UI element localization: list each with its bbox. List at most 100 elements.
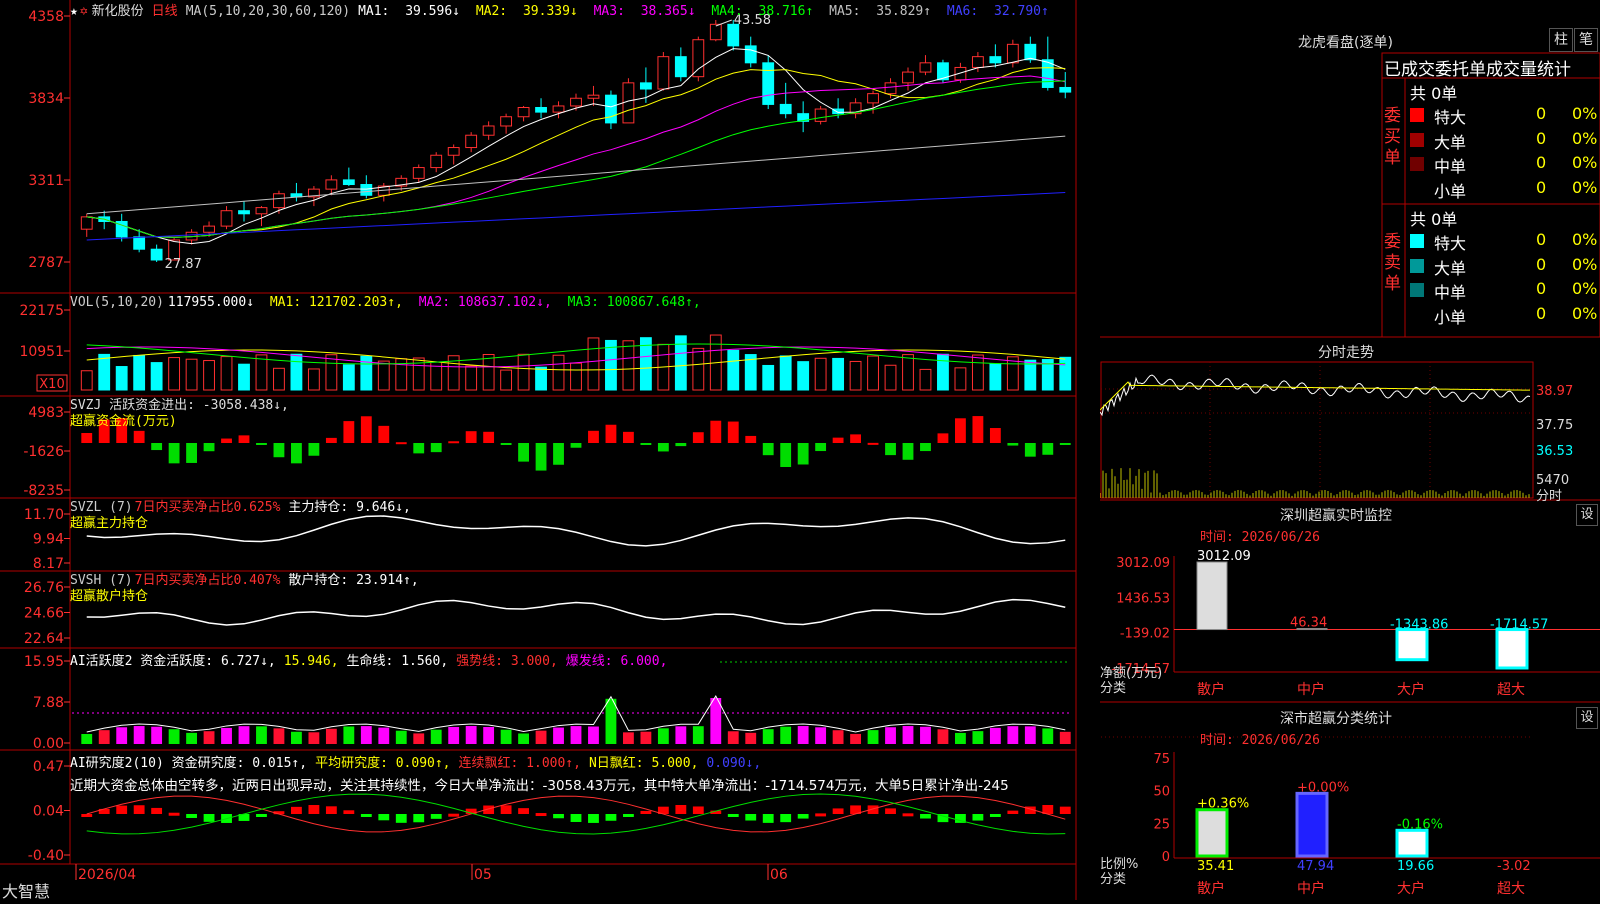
gear-icon[interactable]: ✡ xyxy=(80,4,88,19)
kline-area[interactable]: 4358 3834 3311 2787 43.58 27.87 22175 10951 X10 4… xyxy=(0,0,1100,901)
ai-active-bar xyxy=(291,731,302,744)
classify-settings-button[interactable]: 设 xyxy=(1576,707,1598,729)
ai-active-bar xyxy=(465,726,477,744)
ma-value-2: 39.339↓ xyxy=(515,4,586,19)
monitor-settings-button[interactable]: 设 xyxy=(1576,504,1598,526)
period-label[interactable]: 日线 xyxy=(152,4,178,19)
candle-body xyxy=(220,210,233,227)
ai-research-bar xyxy=(640,810,652,814)
vol-bar xyxy=(622,340,635,391)
ai-active-bar xyxy=(343,726,355,744)
svzj-bar xyxy=(780,443,792,468)
x-axis-label: 06 xyxy=(770,867,788,883)
ai-research-bar xyxy=(378,814,390,821)
monitor-bar-label: 3012.09 xyxy=(1197,549,1251,564)
vol-bar xyxy=(762,364,775,391)
vol-bar xyxy=(779,355,792,391)
ai-active-y-tick: 15.95 xyxy=(24,654,64,670)
ai-active-bar xyxy=(797,726,809,744)
ai-active-bar xyxy=(867,730,879,744)
vol-bar xyxy=(919,368,932,391)
classify-cat-label: 大户 xyxy=(1397,880,1425,897)
ai-active-t2: 15.946, xyxy=(283,654,339,669)
stock-name: 新化股份 xyxy=(91,4,144,19)
svzj-bar xyxy=(203,443,215,452)
classify-title: 深市超赢分类统计 xyxy=(1280,711,1392,727)
color-swatch xyxy=(1410,234,1424,248)
candle-body xyxy=(500,116,513,127)
minute-avg-line xyxy=(1099,381,1531,411)
order-size-label: 小单 xyxy=(1434,307,1467,327)
vol-bar xyxy=(797,361,810,391)
ai-active-bar xyxy=(727,731,739,744)
svzj-bar xyxy=(850,434,861,443)
candle-body xyxy=(674,56,687,78)
svzj-bar xyxy=(745,435,757,443)
candle-body xyxy=(570,97,582,107)
ai-research-bar xyxy=(151,807,163,814)
svzl-header: SVZL (7) 7日内买卖净占比0.625% 主力持仓: 9.646↓, 超赢主力… xyxy=(70,500,419,532)
vol-bar xyxy=(989,363,1002,391)
svzj-bar xyxy=(1024,443,1036,457)
vol-bar xyxy=(465,365,478,391)
ai-research-bar xyxy=(291,806,302,814)
bar-mode-button[interactable]: 柱 xyxy=(1549,28,1573,52)
monitor-bar xyxy=(1395,628,1429,662)
vol-bar xyxy=(273,367,285,391)
vol-bar xyxy=(482,353,495,391)
minute-y-tick: 37.75 xyxy=(1536,418,1573,433)
ma-value-3: 38.365↓ xyxy=(632,4,704,19)
classify-y-tick: 75 xyxy=(1153,752,1170,767)
candle-body xyxy=(482,125,495,136)
minute-price-line xyxy=(1099,374,1531,417)
vol-bar xyxy=(342,364,355,391)
svsh-y-tick: 26.76 xyxy=(24,580,64,596)
ai-active-bar xyxy=(692,726,704,744)
ai-research-bar xyxy=(920,814,931,819)
vol-bar xyxy=(1059,356,1072,391)
candle-body xyxy=(605,94,617,124)
candle-body xyxy=(412,167,425,179)
vol-bar xyxy=(203,360,215,391)
svzj-bar xyxy=(535,443,547,471)
svzj-bar xyxy=(378,425,390,443)
monitor-bar xyxy=(1196,561,1228,631)
candle-body xyxy=(867,93,879,104)
svzj-bar xyxy=(692,432,704,443)
vol-bar xyxy=(185,358,198,391)
svzj-bar xyxy=(273,443,285,458)
candle-body xyxy=(814,108,827,122)
ai-active-bar xyxy=(116,727,128,744)
monitor-unit: 净额(万元) 分类 xyxy=(1100,666,1162,696)
ai-research-bar xyxy=(186,814,197,818)
tick-mode-button[interactable]: 笔 xyxy=(1574,28,1598,52)
ai-active-bar xyxy=(168,729,180,744)
vol-value: 117955.000↓ xyxy=(167,295,255,310)
order-percent: 0% xyxy=(1572,177,1598,197)
candle-body xyxy=(552,105,565,113)
color-swatch xyxy=(1410,283,1424,297)
ai-research-bar xyxy=(395,814,407,823)
ai-active-bar xyxy=(885,727,896,744)
ai-active-bar xyxy=(360,726,372,744)
ma-value-4: 38.716↑ xyxy=(750,4,822,19)
svzj-bar xyxy=(920,443,931,452)
svzj-bar xyxy=(308,443,320,456)
ai-research-bar xyxy=(780,814,792,823)
svzj-bar xyxy=(797,443,809,465)
svzl-hold: 主力持仓: 9.646↓, xyxy=(288,500,411,515)
order-percent: 0% xyxy=(1572,279,1598,298)
candle-body xyxy=(622,82,635,124)
order-count: 0 xyxy=(1536,128,1547,148)
vol-bar xyxy=(377,360,390,391)
ai-active-bar xyxy=(972,731,984,744)
monitor-cat-label: 大户 xyxy=(1397,681,1425,698)
minute-title: 分时走势 xyxy=(1318,345,1374,361)
star-icon[interactable]: ★ xyxy=(70,4,78,19)
vol-bar xyxy=(727,349,740,391)
order-count: 0 xyxy=(1536,230,1547,249)
ai-research-t5: 0.090↓, xyxy=(706,756,762,771)
vol-header: VOL(5,10,20) 117955.000↓ MA1: 121702.203↑… xyxy=(70,295,717,310)
ai-active-bar xyxy=(535,730,547,744)
candle-body xyxy=(884,82,897,95)
